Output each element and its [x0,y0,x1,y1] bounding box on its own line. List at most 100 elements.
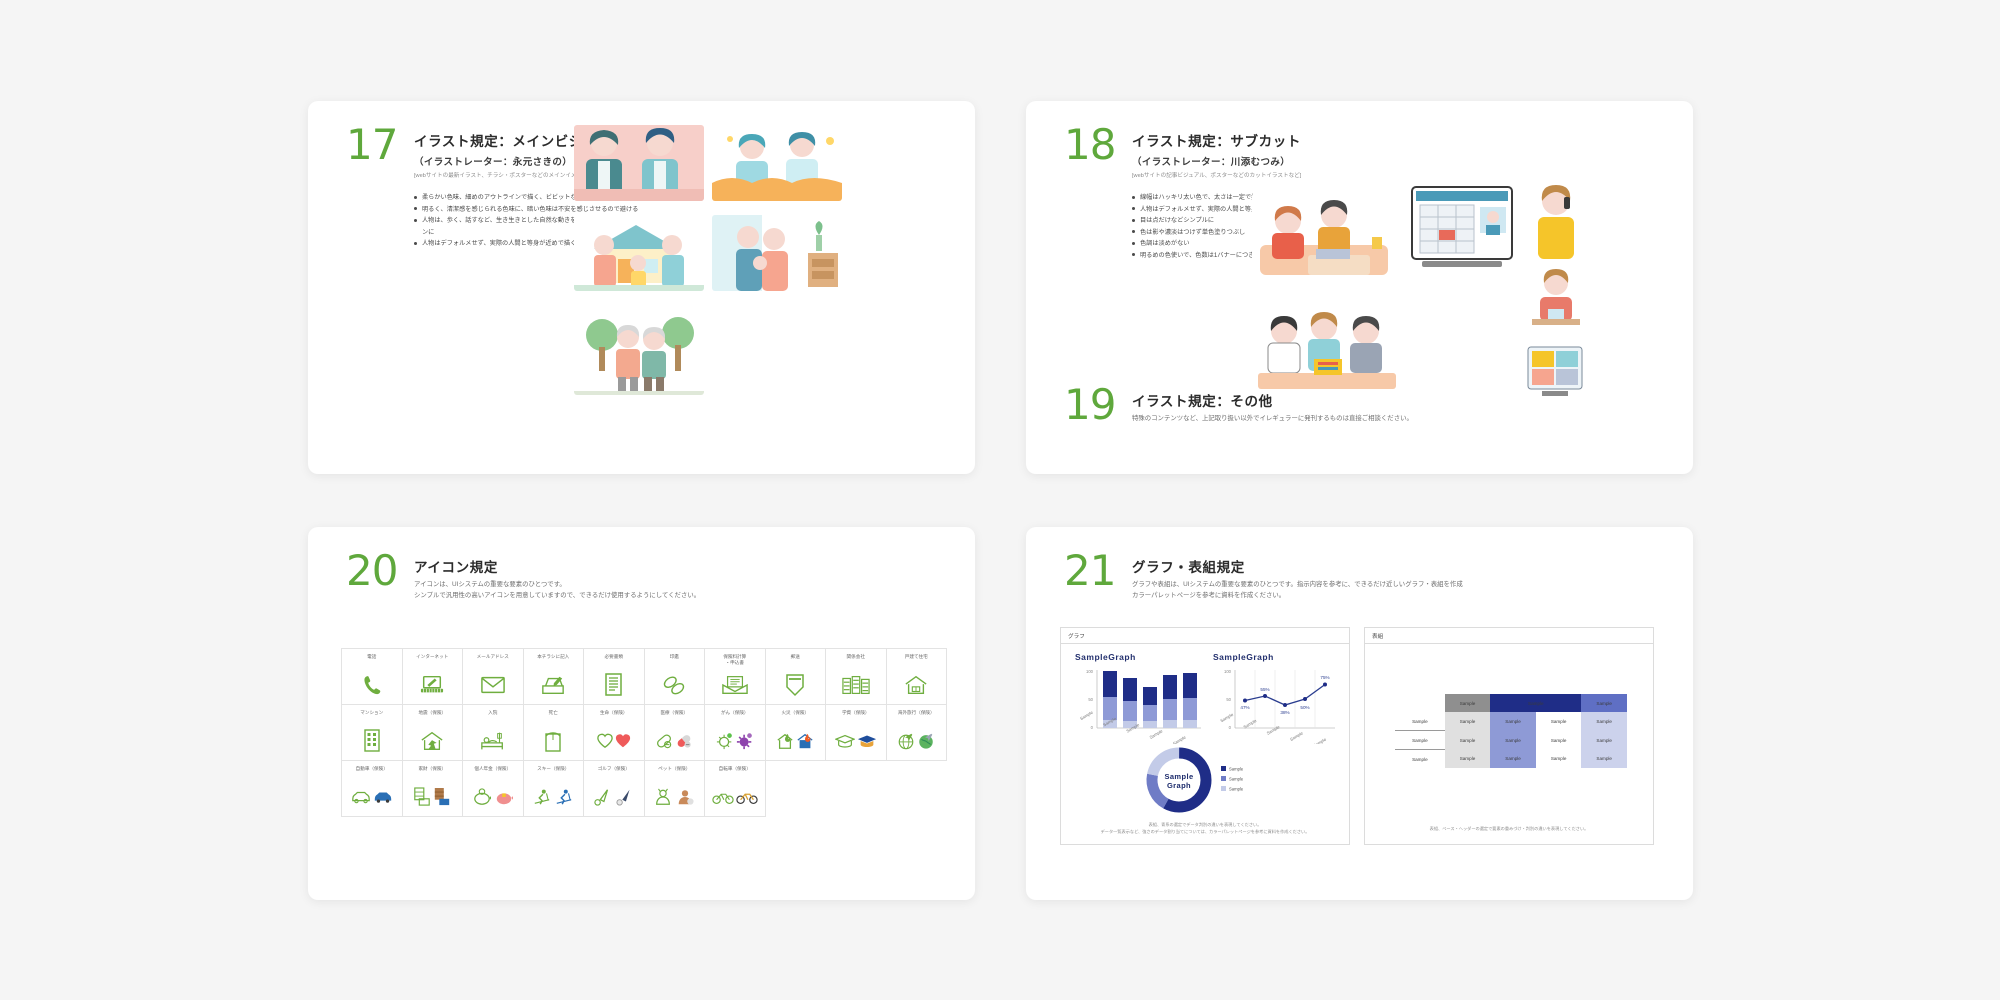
line-chart: SampleGraph 100 50 0 47% 55% 38% 50% 75%… [1213,652,1339,749]
icon-cell-personal-pension[interactable]: 個人年金（保険） [462,760,524,817]
icon-cell-fire[interactable]: 火災（保険） [764,704,826,761]
graph-box: グラフ SampleGraph 100 50 0 Sample Sample S… [1060,627,1350,845]
illustration-couple-field [712,125,842,201]
table-corner-cell [1395,694,1445,712]
icon-label: がん（保険） [720,710,749,715]
icon-cell-medical[interactable]: 医療（保険） [643,704,705,761]
icon-cell-auto-insurance[interactable]: 自動車（保険） [341,760,403,817]
card-section-18: 18 イラスト規定：サブカット （イラストレーター：川添むつみ） [webサイト… [1026,101,1693,474]
icon-label: 印鑑 [669,654,679,659]
illustration-calendar-screen [1402,181,1522,271]
chart-title: SampleGraph [1213,652,1274,662]
grave-icon [543,721,563,760]
table-cell: Sample [1444,749,1491,768]
mail-open-icon [721,665,748,704]
icon-label: 学資（保険） [841,710,870,715]
icon-label: ペット（保険） [658,766,691,771]
golf-icon [593,777,635,816]
table-cell: Sample [1535,730,1582,750]
table-row: Sample Sample Sample Sample Sample [1395,749,1627,768]
table-row-header: Sample [1395,712,1445,731]
icon-cell-life-insurance[interactable]: 生命（保険） [583,704,645,761]
icon-cell-affiliates[interactable]: 関係会社 [825,648,887,705]
icon-cell-ski[interactable]: スキー（保険） [522,760,584,817]
icon-cell-email[interactable]: メールアドレス [462,648,524,705]
icon-label: 個人年金（保険） [474,766,512,771]
svg-text:Sample: Sample [1149,728,1164,740]
icon-cell-education[interactable]: 学資（保険） [825,704,887,761]
icon-cell-cancer[interactable]: がん（保険） [704,704,766,761]
icon-cell-detached-house[interactable]: 戸建て住宅 [885,648,947,705]
illustration-video-call [1524,341,1586,403]
globe-plane-icon [897,721,935,760]
icon-cell-death[interactable]: 死亡 [522,704,584,761]
icon-label: インターネット [416,654,449,659]
icon-cell-golf[interactable]: ゴルフ（保険） [583,760,645,817]
laptop-icon [420,665,444,704]
icon-cell-phone[interactable]: 電話 [341,648,403,705]
icon-cell-household-goods[interactable]: 家財（保険） [401,760,463,817]
icon-cell-application-form[interactable]: 保険料計算 ・申込書 [704,648,766,705]
car-icon [351,777,393,816]
phone-icon [361,665,383,704]
icon-label: 生命（保険） [599,710,628,715]
table-row: Sample Sample Sample Sample Sample [1395,712,1627,731]
piggy-bank-icon [472,777,514,816]
svg-text:0: 0 [1229,725,1232,730]
graph-caption: 表組、青系の選定でデータ判別の違いを表現してください。 データ一覧表示など、強さ… [1061,821,1349,835]
hospital-bed-icon [480,721,506,760]
icon-label: 郵送 [790,654,800,659]
icon-label: 火災（保険） [781,710,810,715]
icon-row: 自動車（保険） 家財（保険） 個人年金（保険） スキー（保険） ゴルフ（保険） … [341,760,947,817]
svg-text:Sample: Sample [1229,787,1244,792]
icon-cell-pet[interactable]: ペット（保険） [643,760,705,817]
icon-cell-post[interactable]: 郵送 [764,648,826,705]
table-cell: Sample [1581,712,1627,731]
section-title: イラスト規定：その他 [1132,394,1273,409]
svg-text:50%: 50% [1300,705,1309,710]
svg-text:Sample: Sample [1229,777,1244,782]
graph-box-label: グラフ [1061,628,1349,644]
icon-label: 戸建て住宅 [904,654,928,659]
svg-text:100: 100 [1086,669,1094,674]
icon-specification-grid: 電話 インターネット メールアドレス 本チラシに記入 必要書類 印鑑 保険料計算… [341,648,947,817]
svg-text:Sample: Sample [1312,736,1327,744]
section-note: [webサイトの記事ビジュアル、ポスターなどのカットイラストなど] [1132,173,1302,179]
icon-row: マンション 地震（保険） 入院 死亡 生命（保険） 医療（保険） がん（保険） … [341,704,947,761]
section-note-line-2: シンプルで汎用性の高いアイコンを用意していますので、できるだけ使用するようにして… [414,591,701,599]
svg-text:Sample: Sample [1079,709,1094,721]
svg-text:100: 100 [1224,669,1232,674]
table-cell: Sample [1444,712,1491,731]
furniture-icon [413,777,451,816]
card-section-20: 20 アイコン規定 アイコンは、UIシステムの重要な要素のひとつです。 シンプル… [308,527,975,900]
svg-text:Graph: Graph [1167,781,1191,790]
fire-house-icon [776,721,814,760]
graph-caption-line-2: データ一覧表示など、強さのデータ割り当てについては、カラーパレットページを参考に… [1100,828,1310,834]
icon-cell-bicycle[interactable]: 自転車（保険） [704,760,766,817]
icon-cell-hospitalization[interactable]: 入院 [462,704,524,761]
icon-cell-documents[interactable]: 必要書類 [583,648,645,705]
table-cell: Sample [1535,749,1582,768]
icon-cell-earthquake[interactable]: 地震（保険） [401,704,463,761]
icon-cell-overseas-travel[interactable]: 海外旅行（保険） [885,704,947,761]
icon-cell-apartment[interactable]: マンション [341,704,403,761]
icon-cell-fill-form[interactable]: 本チラシに記入 [522,648,584,705]
icon-label: 自動車（保険） [355,766,388,771]
bullet-item: 明るく、清潔感を感じられる色味に、暗い色味は不安を感じさせるので避ける [414,204,646,215]
icon-label: ゴルフ（保険） [597,766,630,771]
graph-caption-line-1: 表組、青系の選定でデータ判別の違いを表現してください。 [1148,821,1262,827]
table-cell: Sample [1581,749,1627,768]
table-col-header: Sample [1490,694,1582,712]
table-box-label: 表組 [1365,628,1653,644]
icon-cell-internet[interactable]: インターネット [401,648,463,705]
apartment-icon [362,721,382,760]
icon-cell-stamp[interactable]: 印鑑 [643,648,705,705]
table-header-row: Sample Sample Sample [1395,694,1627,712]
table-caption-line-1: 表組、ベース・ヘッダーの選定で要素の重みづけ・判別の違いを表現してください。 [1429,825,1589,831]
section-note-line-1: アイコンは、UIシステムの重要な要素のひとつです。 [414,581,566,588]
table-row-header: Sample [1395,730,1445,750]
illustration-family-interior [712,215,842,291]
table-col-header: Sample [1581,694,1627,712]
icon-label: 入院 [488,710,498,715]
section-note-line-1: グラフや表組は、UIシステムの重要な要素のひとつです。指示内容を参考に、できるだ… [1132,581,1463,588]
